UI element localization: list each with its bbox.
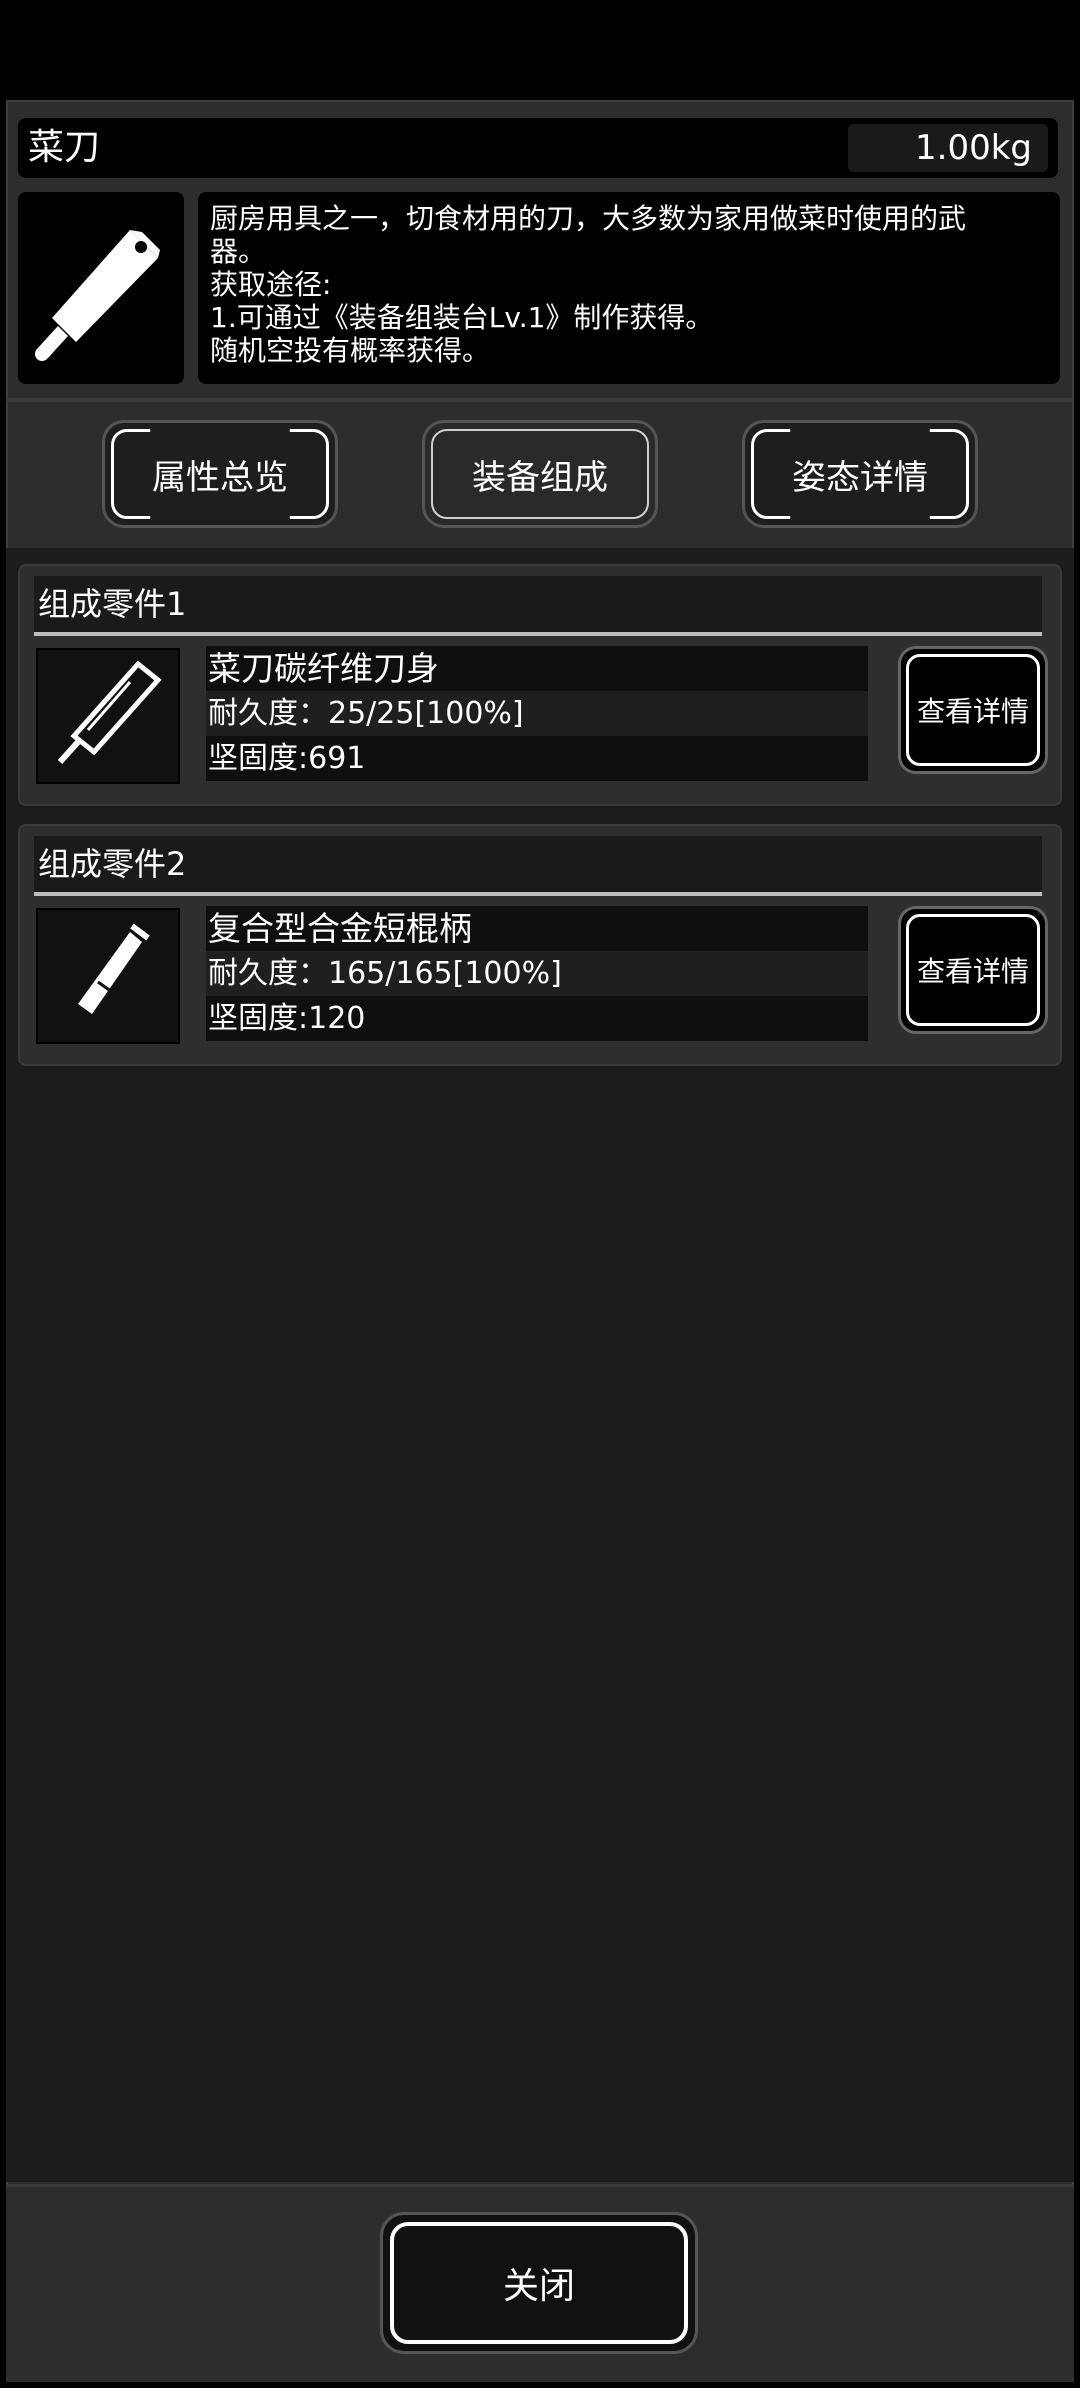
description-line: 获取途径:: [210, 268, 332, 301]
close-button[interactable]: 关闭: [380, 2212, 698, 2354]
view-details-button[interactable]: 查看详情: [898, 646, 1048, 774]
part-card: 组成零件1 菜刀碳纤维刀身 耐久度：25/25[100%] 坚固度:691 查看…: [18, 564, 1062, 806]
item-description: 厨房用具之一，切食材用的刀，大多数为家用做菜时使用的武 器。 获取途径: 1.可…: [198, 192, 1060, 384]
part-hardness: 坚固度:691: [206, 736, 868, 781]
part-hardness: 坚固度:120: [206, 996, 868, 1041]
part-info: 菜刀碳纤维刀身 耐久度：25/25[100%] 坚固度:691: [206, 646, 868, 781]
description-line: 厨房用具之一，切食材用的刀，大多数为家用做菜时使用的武: [210, 202, 967, 235]
part-durability: 耐久度：25/25[100%]: [206, 691, 868, 736]
handle-icon: [36, 908, 180, 1044]
divider: [6, 398, 1074, 402]
part-title: 组成零件2: [34, 836, 1042, 892]
item-weight: 1.00kg: [848, 124, 1048, 172]
part-durability: 耐久度：165/165[100%]: [206, 951, 868, 996]
part-card: 组成零件2 复合型合金短棍柄 耐久度：165/165[100%] 坚固度:120…: [18, 824, 1062, 1066]
description-line: 随机空投有概率获得。: [210, 334, 491, 367]
part-title: 组成零件1: [34, 576, 1042, 632]
view-details-button[interactable]: 查看详情: [898, 906, 1048, 1034]
part-name: 复合型合金短棍柄: [206, 906, 868, 951]
item-title-bar: 菜刀 1.00kg: [18, 118, 1058, 178]
part-info: 复合型合金短棍柄 耐久度：165/165[100%] 坚固度:120: [206, 906, 868, 1041]
tab-attribute-overview[interactable]: 属性总览: [102, 420, 338, 528]
cleaver-icon: [35, 230, 160, 361]
item-name: 菜刀: [28, 127, 101, 168]
tab-equipment-composition[interactable]: 装备组成: [422, 420, 658, 528]
description-line: 1.可通过《装备组装台Lv.1》制作获得。: [210, 301, 714, 334]
item-icon-box: [18, 192, 184, 384]
blade-icon: [36, 648, 180, 784]
part-name: 菜刀碳纤维刀身: [206, 646, 868, 691]
description-line: 器。: [210, 235, 267, 268]
tab-stance-details[interactable]: 姿态详情: [742, 420, 978, 528]
